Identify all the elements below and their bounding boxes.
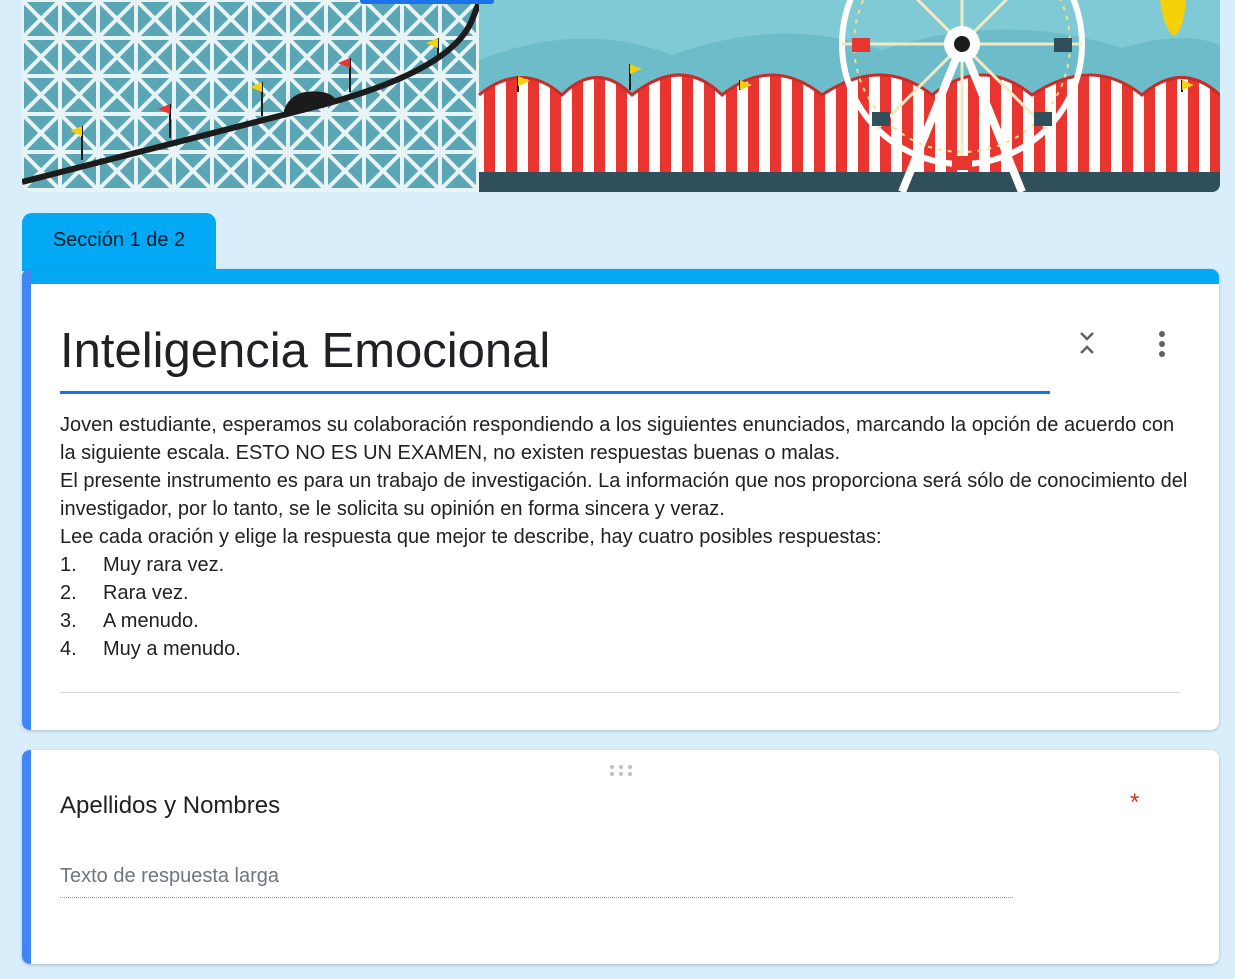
drag-dot (619, 771, 623, 776)
banner-top-tab-indicator (360, 0, 494, 4)
card-accent-bar (22, 269, 1219, 284)
drag-dot (628, 771, 632, 776)
drag-dot (628, 764, 632, 769)
scale-item: 2. Rara vez. (60, 579, 1190, 607)
description-paragraph: Joven estudiante, esperamos su colaborac… (60, 414, 1175, 464)
more-dot (1159, 351, 1165, 357)
scale-item-label: Rara vez. (103, 582, 189, 604)
more-dot (1159, 331, 1165, 337)
title-field-underline (60, 391, 1050, 394)
section-tab-label: Sección 1 de 2 (52, 228, 186, 251)
form-title[interactable]: Inteligencia Emocional (60, 322, 1050, 380)
scale-item-label: Muy a menudo. (103, 638, 241, 660)
scale-item-number: 2. (60, 582, 77, 604)
more-dot (1159, 341, 1165, 347)
scale-item: 1. Muy rara vez. (60, 551, 1190, 579)
scale-item-label: A menudo. (103, 610, 199, 632)
scale-item: 3. A menudo. (60, 607, 1190, 635)
scale-item: 4. Muy a menudo. (60, 635, 1190, 663)
collapse-chevrons-icon[interactable] (1074, 327, 1100, 359)
scale-list: 1. Muy rara vez. 2. Rara vez. 3. A menud… (60, 551, 1190, 663)
drag-dot (619, 764, 623, 769)
drag-dot (610, 764, 614, 769)
required-asterisk: * (1130, 789, 1140, 816)
card-focus-indicator (22, 269, 31, 730)
description-divider (60, 692, 1180, 693)
drag-handle-icon[interactable] (608, 763, 634, 777)
scale-item-label: Muy rara vez. (103, 554, 225, 576)
question-title[interactable]: Apellidos y Nombres (60, 790, 280, 822)
drag-dot (610, 771, 614, 776)
collapse-chevrons-icon-svg (1080, 332, 1094, 354)
scale-item-number: 1. (60, 554, 77, 576)
form-description[interactable]: Joven estudiante, esperamos su colaborac… (60, 411, 1190, 663)
description-paragraph: Lee cada oración y elige la respuesta qu… (60, 526, 882, 548)
carnival-illustration (22, 0, 1220, 192)
description-paragraph: El presente instrumento es para un traba… (60, 470, 1188, 520)
header-banner-image (22, 0, 1220, 192)
card-focus-indicator (22, 750, 31, 964)
section-tab[interactable]: Sección 1 de 2 (22, 213, 216, 271)
scale-item-number: 4. (60, 638, 77, 660)
scale-item-number: 3. (60, 610, 77, 632)
long-answer-field[interactable]: Texto de respuesta larga (60, 862, 1013, 898)
question-card[interactable] (22, 750, 1219, 964)
more-vert-icon[interactable] (1150, 328, 1174, 360)
